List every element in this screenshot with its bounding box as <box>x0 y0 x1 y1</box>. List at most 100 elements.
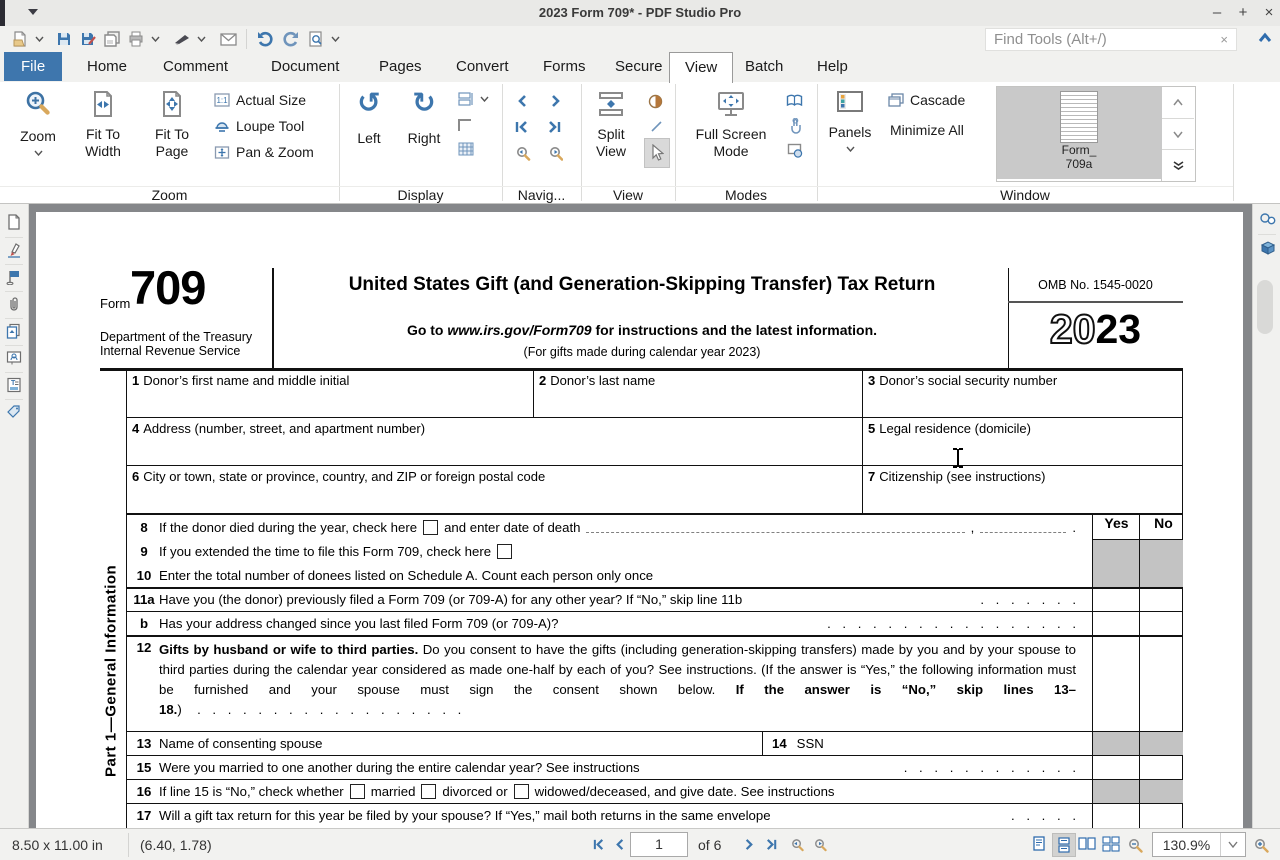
tab-home[interactable]: Home <box>72 52 142 81</box>
content-panel-icon[interactable]: T <box>6 377 22 393</box>
pan-zoom-panel-icon[interactable] <box>1259 240 1275 256</box>
rotate-right-button[interactable]: ↻ Right <box>398 90 450 147</box>
row-16-married-checkbox[interactable] <box>350 784 365 799</box>
row-9-checkbox[interactable] <box>497 544 512 559</box>
attachments-panel-icon[interactable] <box>6 296 22 312</box>
full-screen-mode-button[interactable]: Full Screen Mode <box>684 90 778 160</box>
row-16-widowed-checkbox[interactable] <box>514 784 529 799</box>
date-of-death-field[interactable] <box>586 521 964 533</box>
redo-icon[interactable] <box>280 29 300 49</box>
rotate-left-button[interactable]: ↺ Left <box>346 90 392 147</box>
scroll-up-icon[interactable] <box>1162 87 1194 119</box>
line-tool-button[interactable] <box>650 120 663 133</box>
tab-help[interactable]: Help <box>802 52 863 81</box>
save-icon[interactable] <box>54 29 74 49</box>
tab-convert[interactable]: Convert <box>441 52 524 81</box>
touch-mode-button[interactable] <box>788 118 802 134</box>
panels-button[interactable]: Panels <box>824 90 876 152</box>
next-view-button[interactable] <box>812 838 827 852</box>
document-thumbnail-item[interactable]: Form_ 709a <box>997 87 1161 179</box>
presentation-mode-button[interactable] <box>787 143 803 158</box>
save-as-icon[interactable] <box>78 29 98 49</box>
previous-page-icon[interactable] <box>516 94 530 108</box>
undo-icon[interactable] <box>256 29 276 49</box>
tab-file[interactable]: File <box>4 52 62 81</box>
previous-view-button[interactable] <box>790 838 805 852</box>
collapse-ribbon-icon[interactable] <box>1256 30 1274 48</box>
open-dropdown-chevron-icon[interactable] <box>32 29 46 49</box>
tab-document[interactable]: Document <box>256 52 354 81</box>
pdf-page[interactable]: Form 709 Department of the Treasury Inte… <box>36 212 1243 828</box>
cascade-button[interactable]: Cascade <box>888 92 965 108</box>
first-page-button[interactable] <box>592 838 607 851</box>
close-button[interactable]: × <box>1258 3 1280 23</box>
previous-view-icon[interactable] <box>515 146 531 161</box>
tab-comment[interactable]: Comment <box>148 52 243 81</box>
expand-list-icon[interactable] <box>1162 150 1194 181</box>
first-page-icon[interactable] <box>514 120 530 134</box>
page-number-input[interactable]: 1 <box>630 832 688 857</box>
loupe-panel-icon[interactable] <box>1259 212 1275 228</box>
tags-panel-icon[interactable] <box>6 404 22 420</box>
zoom-button[interactable]: Zoom <box>10 90 66 156</box>
comments-panel-icon[interactable] <box>6 350 22 366</box>
previous-page-button[interactable] <box>614 838 627 851</box>
zoom-out-button[interactable] <box>1128 838 1143 853</box>
tab-pages[interactable]: Pages <box>364 52 437 81</box>
zoom-level-control[interactable]: 130.9% <box>1152 832 1246 857</box>
email-icon[interactable] <box>218 29 238 49</box>
tab-secure[interactable]: Secure <box>600 52 678 81</box>
thumbnails-panel-icon[interactable] <box>6 214 22 230</box>
minimize-all-button[interactable]: Minimize All <box>890 122 964 138</box>
fit-to-width-button[interactable]: Fit To Width <box>72 90 134 160</box>
last-page-button[interactable] <box>764 838 779 851</box>
row-16-divorced-checkbox[interactable] <box>421 784 436 799</box>
marker-dropdown-chevron-icon[interactable] <box>194 29 208 49</box>
tab-forms[interactable]: Forms <box>528 52 601 81</box>
zoom-in-button[interactable] <box>1254 838 1269 853</box>
fit-page-icon <box>159 90 185 118</box>
tab-batch[interactable]: Batch <box>730 52 798 81</box>
find-tools-search[interactable]: Find Tools (Alt+/) × <box>985 28 1237 51</box>
split-view-button[interactable]: Split View <box>586 90 636 160</box>
facing-layout-button[interactable] <box>1076 833 1098 855</box>
marker-icon[interactable] <box>172 29 192 49</box>
save-all-icon[interactable] <box>102 29 122 49</box>
find-clear-icon[interactable]: × <box>1212 32 1236 47</box>
single-page-layout-button[interactable] <box>1028 833 1050 855</box>
next-view-icon[interactable] <box>547 146 563 161</box>
open-file-icon[interactable] <box>10 29 30 49</box>
zoom-dropdown-chevron-icon[interactable] <box>1220 833 1245 856</box>
tab-view[interactable]: View <box>669 52 733 83</box>
next-page-button[interactable] <box>742 838 755 851</box>
minimize-button[interactable]: – <box>1206 3 1228 23</box>
tax-year: 2023 <box>1008 306 1183 353</box>
bookmarks-panel-icon[interactable] <box>6 269 22 285</box>
print-dropdown-chevron-icon[interactable] <box>148 29 162 49</box>
scroll-down-icon[interactable] <box>1162 119 1194 151</box>
maximize-button[interactable]: + <box>1232 3 1254 23</box>
print-icon[interactable] <box>126 29 146 49</box>
vertical-scrollbar-thumb[interactable] <box>1257 280 1273 334</box>
facing-continuous-layout-button[interactable] <box>1100 833 1122 855</box>
read-mode-button[interactable] <box>786 94 803 107</box>
continuous-layout-button[interactable] <box>1052 833 1076 857</box>
row-8-checkbox[interactable] <box>423 520 438 535</box>
rulers-button[interactable] <box>458 118 473 132</box>
fit-to-page-button[interactable]: Fit To Page <box>142 90 202 160</box>
row-11b-text: Has your address changed since you last … <box>159 616 559 631</box>
invert-colors-button[interactable] <box>648 94 663 109</box>
date-of-death-year-field[interactable] <box>980 521 1066 533</box>
grid-button[interactable] <box>458 142 474 156</box>
next-page-icon[interactable] <box>548 94 562 108</box>
last-page-icon[interactable] <box>546 120 562 134</box>
page-display-button[interactable] <box>458 92 489 106</box>
select-cursor-button[interactable] <box>644 138 670 168</box>
preview-search-icon[interactable] <box>306 29 326 49</box>
signatures-panel-icon[interactable] <box>6 242 22 258</box>
preview-dropdown-chevron-icon[interactable] <box>328 29 342 49</box>
pan-zoom-button[interactable]: Pan & Zoom <box>214 144 314 160</box>
loupe-tool-button[interactable]: Loupe Tool <box>214 118 304 134</box>
actual-size-button[interactable]: 1:1 Actual Size <box>214 92 306 108</box>
layers-panel-icon[interactable] <box>6 323 22 339</box>
